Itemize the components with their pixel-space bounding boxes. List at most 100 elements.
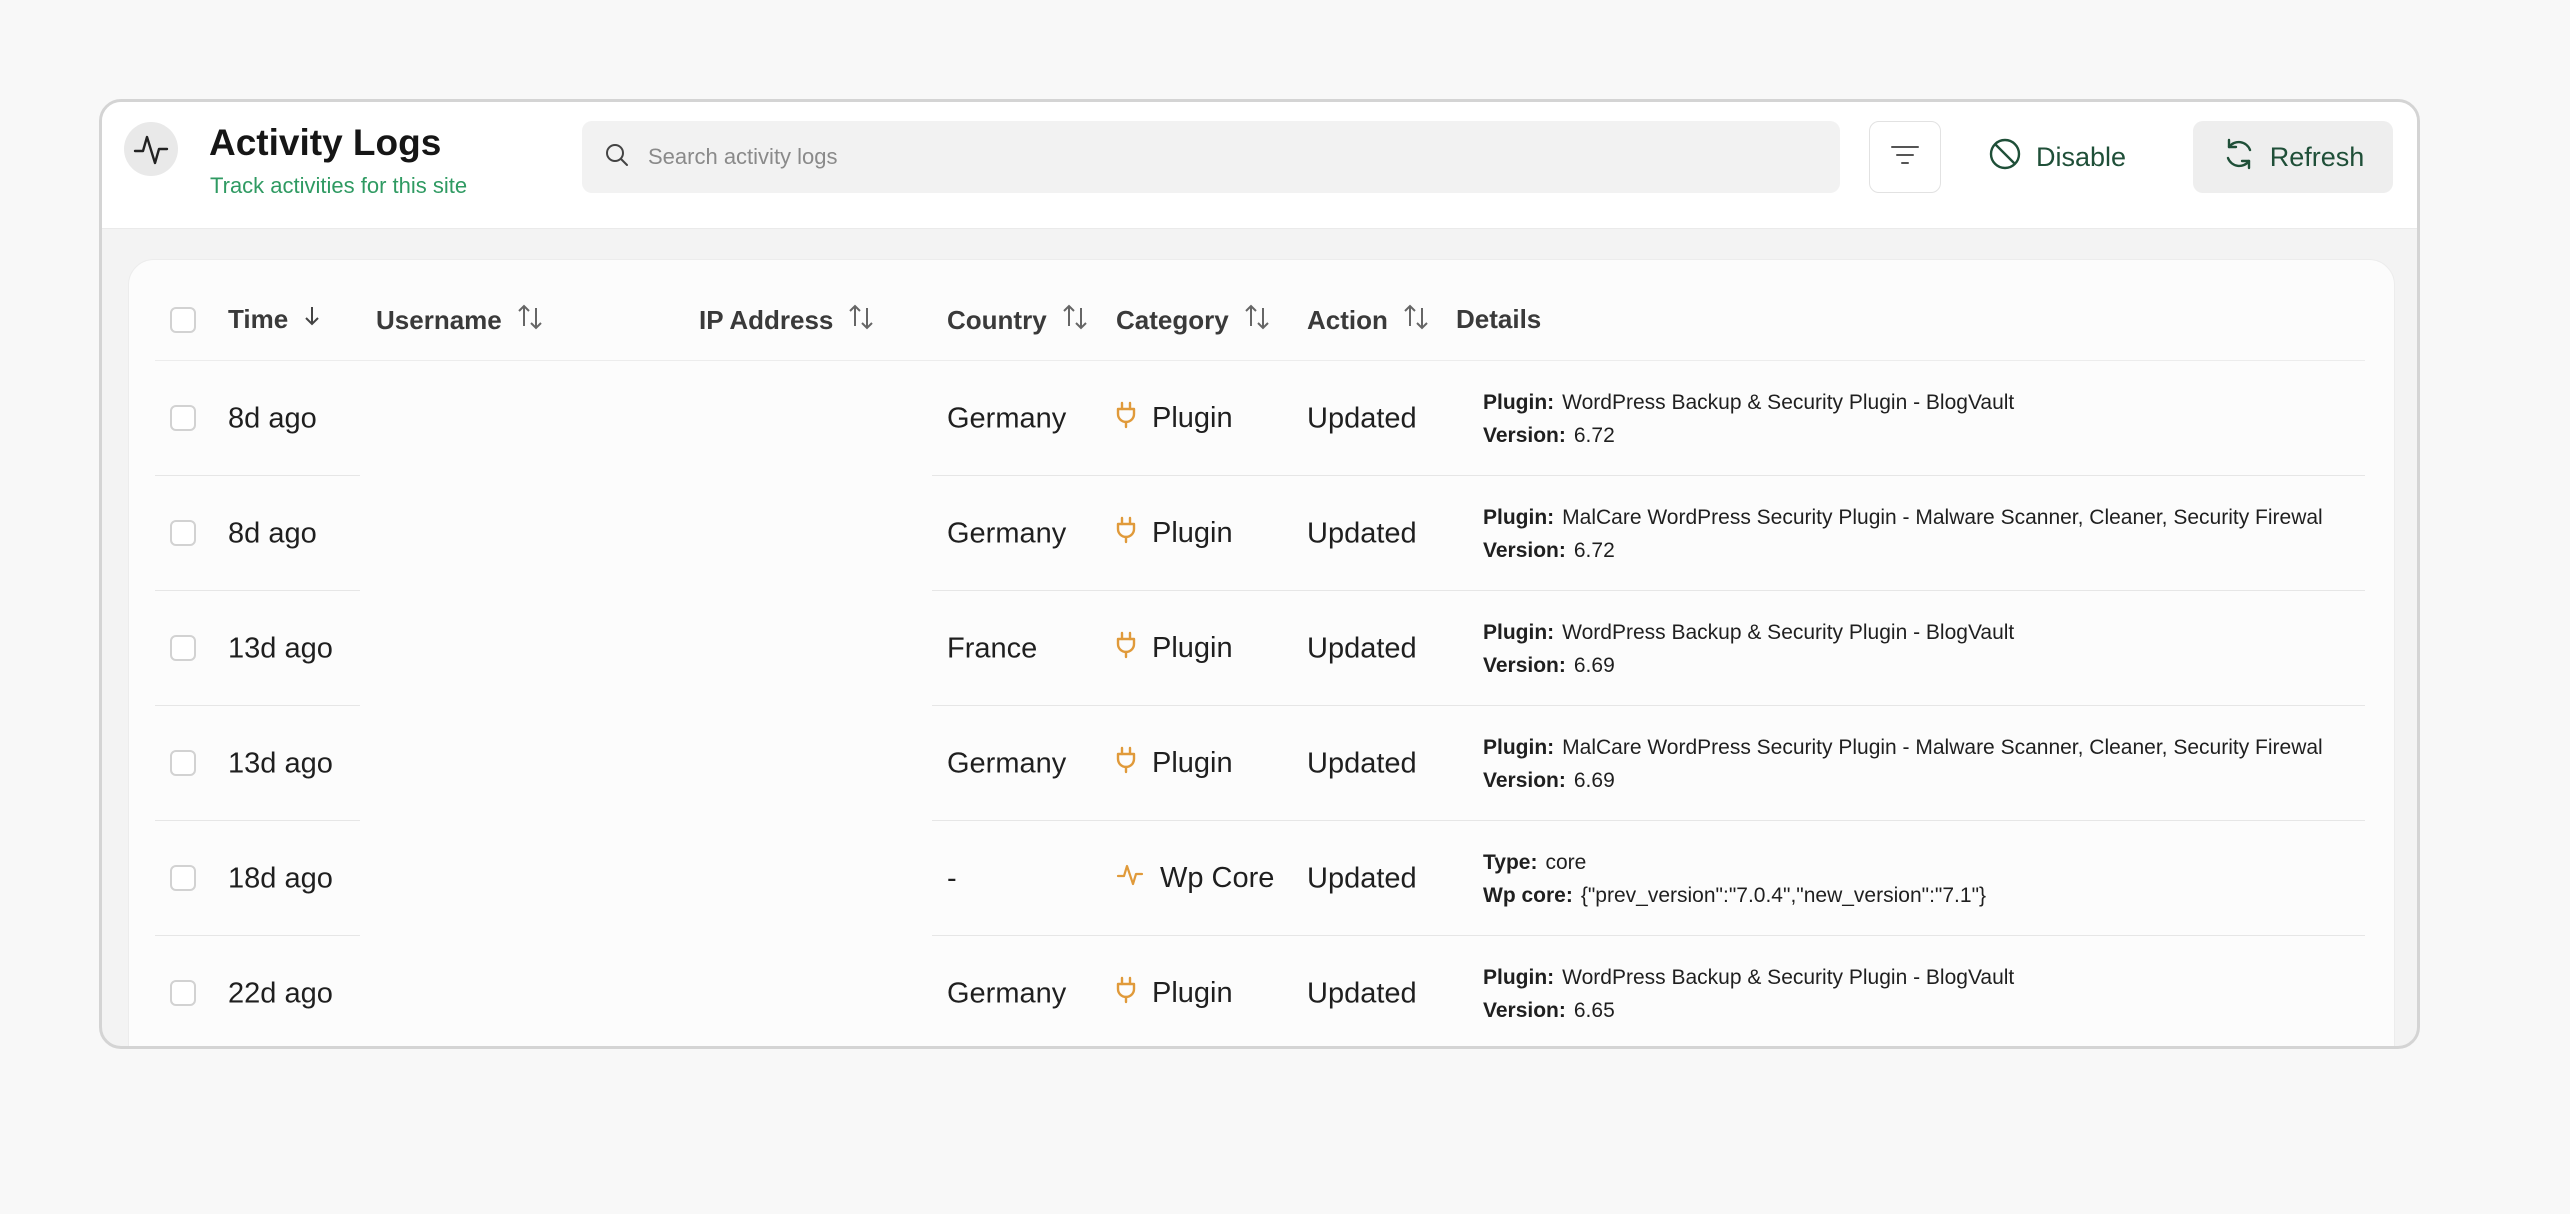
row-checkbox[interactable]	[170, 980, 196, 1006]
disable-button[interactable]: Disable	[1988, 121, 2126, 193]
plug-icon	[1116, 401, 1136, 437]
details-value: WordPress Backup & Security Plugin - Blo…	[1562, 965, 2015, 989]
time-cell: 8d ago	[228, 402, 317, 434]
details-value: 6.69	[1573, 653, 1615, 677]
category-label: Wp Core	[1160, 862, 1275, 894]
country-cell: Germany	[947, 402, 1067, 434]
refresh-label: Refresh	[2269, 141, 2365, 172]
table-row[interactable]: 8d ago Germany Plugin Updated Plugin: WordPre…	[155, 361, 2365, 476]
column-action[interactable]: Action	[1307, 304, 1430, 337]
time-cell: 13d ago	[228, 632, 333, 664]
column-time-label: Time	[228, 304, 289, 334]
sort-icon	[1402, 304, 1430, 337]
row-checkbox[interactable]	[170, 750, 196, 776]
details-value: 6.72	[1573, 423, 1615, 447]
column-ip-label: IP Address	[699, 305, 834, 335]
time-cell: 18d ago	[228, 862, 333, 894]
table-row[interactable]: 18d ago - Wp Core Updated Type: core Wp core: {…	[155, 821, 2365, 936]
details-value: core	[1545, 850, 1587, 874]
category-label: Plugin	[1152, 747, 1233, 779]
filter-icon	[1890, 143, 1920, 172]
column-username[interactable]: Username	[376, 304, 544, 337]
category-cell: Plugin	[1116, 516, 1233, 552]
column-details: Details	[1456, 304, 1541, 335]
category-label: Plugin	[1152, 402, 1233, 434]
details-label: Version:	[1483, 768, 1566, 792]
table-row[interactable]: 8d ago Germany Plugin Updated Plugin: MalCare…	[155, 476, 2365, 591]
details-value: WordPress Backup & Security Plugin - Blo…	[1562, 620, 2015, 644]
details-value: 6.72	[1573, 538, 1615, 562]
table-row[interactable]: 13d ago France Plugin Updated Plugin: WordPre…	[155, 591, 2365, 706]
details-value: MalCare WordPress Security Plugin - Malw…	[1562, 735, 2323, 759]
search-bar[interactable]	[582, 121, 1840, 193]
details-label: Version:	[1483, 653, 1566, 677]
sort-icon	[1061, 304, 1089, 337]
details-label: Version:	[1483, 423, 1566, 447]
refresh-icon	[2222, 137, 2256, 178]
category-cell: Plugin	[1116, 746, 1233, 782]
search-input[interactable]	[646, 143, 1840, 171]
activity-table: Time Username IP Address Country Categor…	[128, 259, 2395, 1046]
refresh-button[interactable]: Refresh	[2193, 121, 2393, 193]
row-checkbox[interactable]	[170, 635, 196, 661]
category-label: Plugin	[1152, 977, 1233, 1009]
column-time[interactable]: Time	[228, 304, 322, 335]
column-details-label: Details	[1456, 304, 1542, 334]
details-value: 6.65	[1573, 998, 1615, 1022]
action-cell: Updated	[1307, 747, 1417, 779]
country-cell: Germany	[947, 517, 1067, 549]
details-cell: Type: core Wp core: {"prev_version":"7.0.4"…	[1483, 846, 1986, 912]
action-cell: Updated	[1307, 977, 1417, 1009]
page-subtitle: Track activities for this site	[210, 173, 468, 198]
action-cell: Updated	[1307, 862, 1417, 894]
page-title: Activity Logs	[209, 122, 442, 163]
row-checkbox[interactable]	[170, 405, 196, 431]
plug-icon	[1116, 516, 1136, 552]
column-category[interactable]: Category	[1116, 304, 1271, 337]
country-cell: -	[947, 862, 957, 894]
action-cell: Updated	[1307, 402, 1417, 434]
details-value: 6.69	[1573, 768, 1615, 792]
table-row[interactable]: 13d ago Germany Plugin Updated Plugin: MalCar…	[155, 706, 2365, 821]
details-cell: Plugin: WordPress Backup & Security Plugi…	[1483, 386, 2014, 452]
row-checkbox[interactable]	[170, 865, 196, 891]
column-username-label: Username	[376, 305, 502, 335]
category-cell: Plugin	[1116, 631, 1233, 667]
time-cell: 13d ago	[228, 747, 333, 779]
details-label: Plugin:	[1483, 965, 1555, 989]
disable-label: Disable	[2036, 141, 2127, 172]
category-label: Plugin	[1152, 632, 1233, 664]
search-icon	[604, 142, 630, 173]
plug-icon	[1116, 976, 1136, 1012]
details-label: Plugin:	[1483, 620, 1555, 644]
sort-icon	[516, 304, 544, 337]
sort-icon	[847, 304, 875, 337]
time-cell: 8d ago	[228, 517, 317, 549]
table-row[interactable]: 22d ago Germany Plugin Updated Plugin: WordPr…	[155, 936, 2365, 1046]
country-cell: Germany	[947, 747, 1067, 779]
country-cell: Germany	[947, 977, 1067, 1009]
filter-button[interactable]	[1869, 121, 1941, 193]
details-cell: Plugin: WordPress Backup & Security Plugi…	[1483, 961, 2014, 1027]
category-cell: Plugin	[1116, 401, 1233, 437]
arrow-down-icon	[302, 304, 322, 335]
details-cell: Plugin: MalCare WordPress Security Plugin…	[1483, 501, 2323, 567]
details-label: Plugin:	[1483, 735, 1555, 759]
details-cell: Plugin: MalCare WordPress Security Plugin…	[1483, 731, 2323, 797]
details-value: WordPress Backup & Security Plugin - Blo…	[1562, 390, 2015, 414]
column-country-label: Country	[947, 305, 1047, 335]
row-checkbox[interactable]	[170, 520, 196, 546]
time-cell: 22d ago	[228, 977, 333, 1009]
details-cell: Plugin: WordPress Backup & Security Plugi…	[1483, 616, 2014, 682]
column-country[interactable]: Country	[947, 304, 1089, 337]
details-label: Version:	[1483, 538, 1566, 562]
action-cell: Updated	[1307, 517, 1417, 549]
category-label: Plugin	[1152, 517, 1233, 549]
details-value: {"prev_version":"7.0.4","new_version":"7…	[1580, 883, 1987, 907]
column-ip-address[interactable]: IP Address	[699, 304, 875, 337]
details-label: Plugin:	[1483, 505, 1555, 529]
select-all-checkbox[interactable]	[170, 307, 196, 333]
country-cell: France	[947, 632, 1038, 664]
header: Activity Logs Track activities for this …	[102, 102, 2417, 229]
details-value: MalCare WordPress Security Plugin - Malw…	[1562, 505, 2323, 529]
